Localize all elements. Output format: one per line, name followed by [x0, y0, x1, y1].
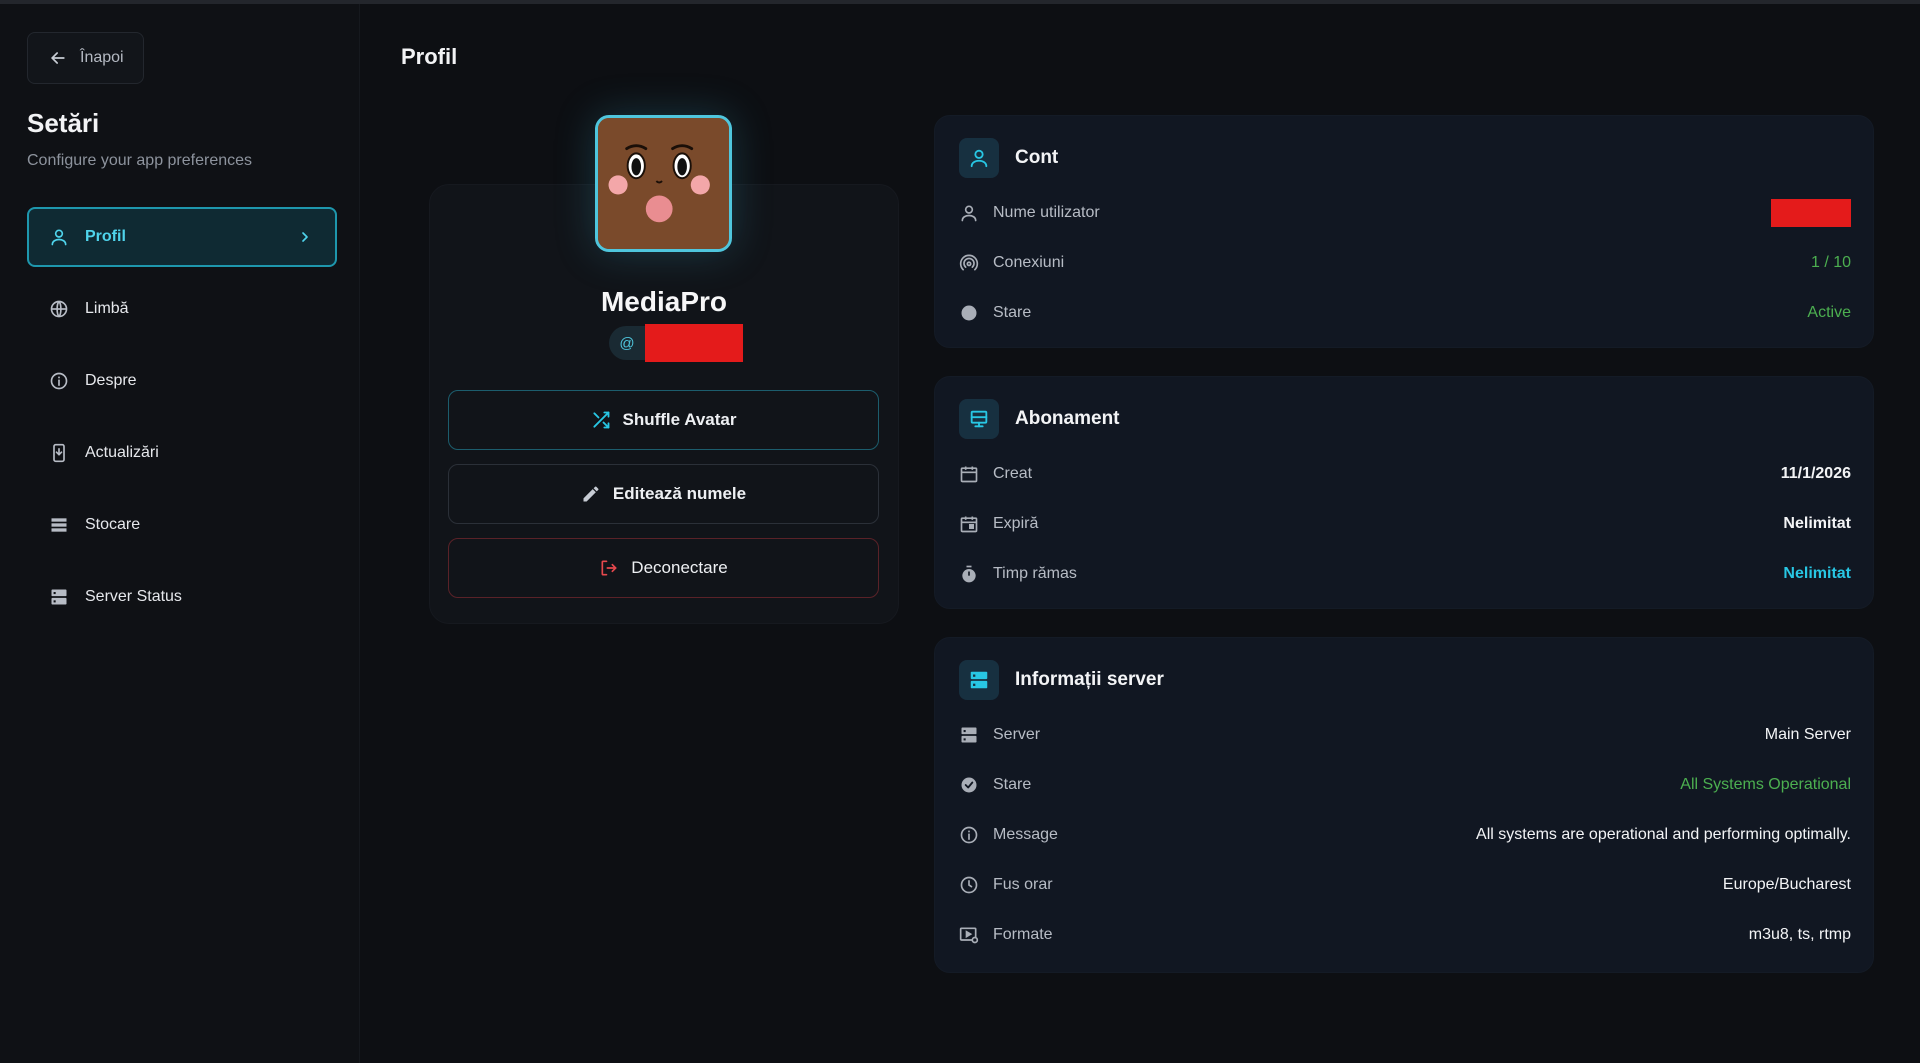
server-icon	[959, 660, 999, 700]
row-label: Stare	[993, 776, 1032, 793]
account-row-status: Stare Active	[959, 300, 1851, 326]
server-info-card: Informații server Server Main Server Sta…	[934, 637, 1874, 973]
account-card-header: Cont	[959, 138, 1058, 178]
clock-icon	[960, 876, 978, 894]
back-button[interactable]: Înapoi	[27, 32, 144, 84]
formats-value: m3u8, ts, rtmp	[1748, 926, 1851, 943]
server-row-timezone: Fus orar Europe/Bucharest	[959, 872, 1851, 898]
info-icon	[960, 826, 978, 844]
server-icon	[961, 727, 977, 743]
account-card: Cont Nume utilizator Conexiuni 1 / 10 St…	[934, 115, 1874, 348]
check-circle-icon	[961, 777, 977, 793]
edit-name-label: Editează numele	[612, 484, 747, 503]
connections-value: 1 / 10	[1810, 254, 1851, 271]
video-settings-icon	[959, 927, 979, 944]
sidebar-item-actualizari[interactable]: Actualizări	[27, 423, 337, 483]
sidebar-item-stocare[interactable]: Stocare	[27, 495, 337, 555]
sidebar-item-profil[interactable]: Profil	[27, 207, 337, 267]
shuffle-avatar-button[interactable]: Shuffle Avatar	[448, 390, 879, 450]
row-label: Fus orar	[993, 876, 1053, 893]
logout-label: Deconectare	[631, 558, 728, 577]
profile-handle: @	[609, 324, 743, 362]
logout-button[interactable]: Deconectare	[448, 538, 879, 598]
row-label: Server	[993, 726, 1041, 743]
row-label: Expiră	[993, 515, 1039, 532]
created-value: 11/1/2026	[1780, 465, 1851, 482]
shuffle-icon	[592, 411, 609, 429]
chevron-right-icon	[302, 232, 308, 242]
server-name-value: Main Server	[1764, 726, 1851, 743]
row-label: Nume utilizator	[993, 204, 1100, 221]
timezone-value: Europe/Bucharest	[1722, 876, 1851, 893]
row-label: Timp rămas	[993, 565, 1077, 582]
info-icon	[50, 372, 68, 390]
handle-at-sign: @	[609, 326, 645, 360]
signal-icon	[959, 254, 979, 271]
cartoon-face-avatar	[598, 118, 729, 249]
pencil-icon	[583, 486, 599, 502]
page-title: Profil	[401, 44, 458, 69]
subscription-row-time-left: Timp rămas Nelimitat	[959, 561, 1851, 587]
user-icon	[959, 138, 999, 178]
row-label: Stare	[993, 304, 1032, 321]
storage-icon	[51, 518, 67, 532]
sidebar-item-server-status[interactable]: Server Status	[27, 567, 337, 627]
server-info-card-header: Informații server	[959, 660, 1164, 700]
server-icon	[51, 589, 67, 605]
server-row-status: Stare All Systems Operational	[959, 772, 1851, 798]
account-card-title: Cont	[1015, 147, 1059, 168]
server-info-card-title: Informații server	[1015, 669, 1164, 690]
status-value: Active	[1807, 304, 1851, 321]
settings-title: Setări	[27, 108, 100, 138]
back-label: Înapoi	[80, 49, 124, 66]
calendar-icon	[960, 466, 978, 483]
user-icon	[51, 229, 67, 246]
server-status-value: All Systems Operational	[1680, 776, 1851, 793]
subscription-row-created: Creat 11/1/2026	[959, 461, 1851, 487]
server-message-value: All systems are operational and performi…	[1476, 826, 1851, 843]
settings-subtitle: Configure your app preferences	[27, 152, 253, 169]
settings-nav: Profil Limbă Despre Actualizări Stocare …	[27, 207, 337, 639]
sidebar-item-despre[interactable]: Despre	[27, 351, 337, 411]
sidebar-item-label: Server Status	[85, 588, 182, 605]
edit-name-button[interactable]: Editează numele	[448, 464, 879, 524]
logout-icon	[601, 560, 617, 576]
sidebar-item-label: Despre	[85, 372, 137, 389]
subscription-row-expires: Expiră Nelimitat	[959, 511, 1851, 537]
sidebar-item-label: Stocare	[85, 516, 141, 533]
subscription-card-header: Abonament	[959, 399, 1120, 439]
row-label: Creat	[993, 465, 1033, 482]
sidebar-item-label: Actualizări	[85, 444, 159, 461]
profile-name: MediaPro	[600, 286, 728, 317]
avatar	[595, 115, 732, 252]
server-row-name: Server Main Server	[959, 722, 1851, 748]
calendar-event-icon	[960, 516, 978, 533]
subscription-card-title: Abonament	[1015, 408, 1120, 429]
subscription-card: Abonament Creat 11/1/2026 Expiră Nelimit…	[934, 376, 1874, 609]
status-dot-icon	[961, 305, 977, 321]
row-label: Formate	[993, 926, 1053, 943]
account-row-username: Nume utilizator	[959, 199, 1851, 227]
sidebar-item-limba[interactable]: Limbă	[27, 279, 337, 339]
download-icon	[53, 443, 65, 463]
account-row-connections: Conexiuni 1 / 10	[959, 250, 1851, 276]
shuffle-avatar-label: Shuffle Avatar	[622, 410, 737, 429]
expires-value: Nelimitat	[1783, 515, 1851, 532]
time-left-value: Nelimitat	[1783, 565, 1851, 582]
arrow-left-icon	[51, 52, 65, 64]
row-label: Message	[993, 826, 1058, 843]
redacted-username	[645, 324, 743, 362]
user-icon	[961, 205, 977, 222]
subscription-icon	[959, 399, 999, 439]
redacted-username-value	[1771, 199, 1851, 227]
sidebar-item-label: Limbă	[85, 300, 129, 317]
server-row-formats: Formate m3u8, ts, rtmp	[959, 922, 1851, 948]
globe-icon	[50, 300, 68, 318]
stopwatch-icon	[962, 565, 976, 583]
server-row-message: Message All systems are operational and …	[959, 822, 1851, 848]
settings-sidebar: Înapoi Setări Configure your app prefere…	[0, 4, 360, 1063]
row-label: Conexiuni	[993, 254, 1065, 271]
sidebar-item-label: Profil	[85, 228, 126, 245]
